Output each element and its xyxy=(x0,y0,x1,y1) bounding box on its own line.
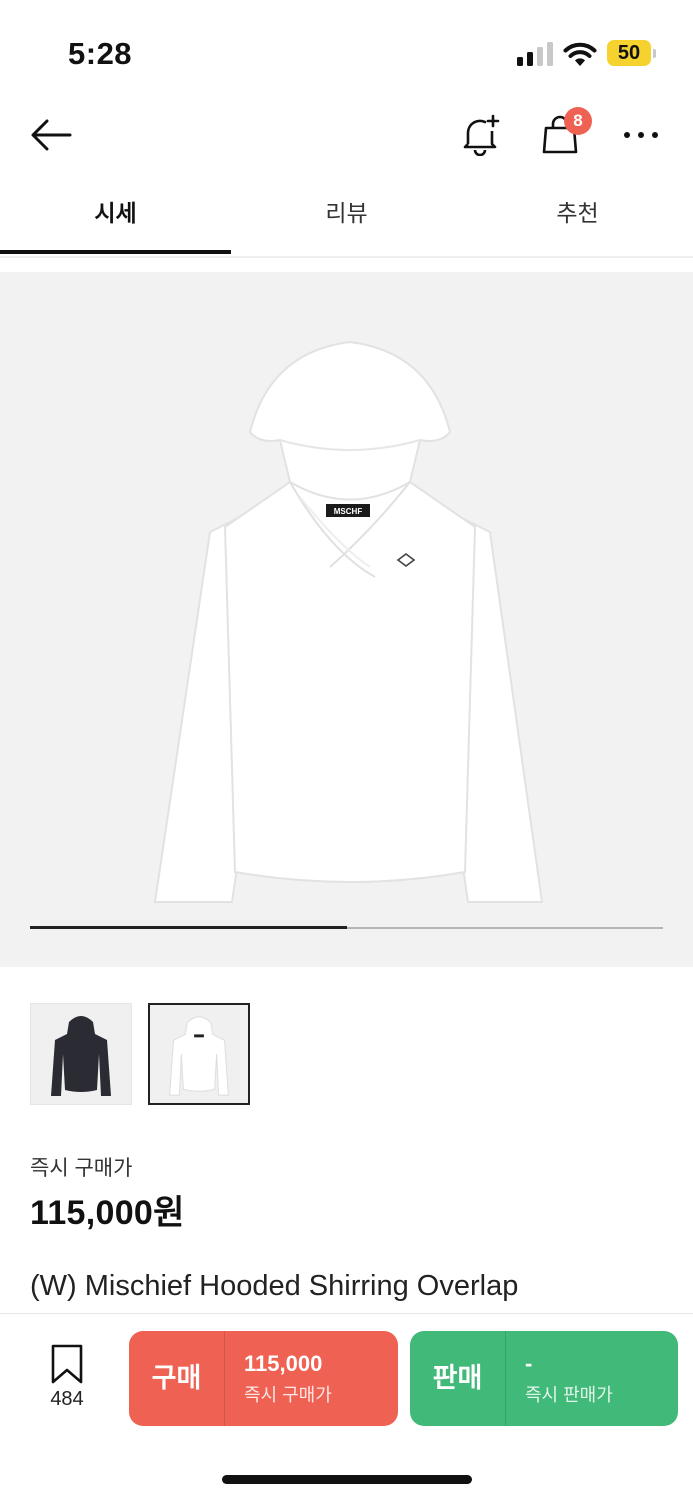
buy-price: 115,000 xyxy=(244,1351,323,1376)
carousel-progress-track xyxy=(30,926,663,929)
svg-text:MSCHF: MSCHF xyxy=(334,507,363,516)
arrow-left-icon xyxy=(31,119,72,151)
back-button[interactable] xyxy=(26,110,76,160)
buy-divider xyxy=(224,1331,225,1426)
wishlist-button[interactable]: 484 xyxy=(38,1344,96,1414)
sell-label: 판매 xyxy=(432,1363,483,1393)
instant-buy-price-label: 즉시 구매가 xyxy=(30,1157,133,1180)
buy-button[interactable]: 구매 115,000 즉시 구매가 xyxy=(129,1331,398,1426)
tab-bar: 시세 리뷰 추천 xyxy=(0,180,693,258)
sell-button[interactable]: 판매 - 즉시 판매가 xyxy=(410,1331,678,1426)
thumbnail-black[interactable] xyxy=(30,1003,132,1105)
tab-reviews[interactable]: 리뷰 xyxy=(231,180,462,252)
sell-price-label: 즉시 판매가 xyxy=(525,1385,613,1405)
buy-price-label: 즉시 구매가 xyxy=(244,1385,332,1405)
tab-price-history[interactable]: 시세 xyxy=(0,180,231,252)
instant-buy-price: 115,000원 xyxy=(30,1194,185,1232)
bookmark-icon xyxy=(51,1344,83,1384)
notification-add-button[interactable] xyxy=(455,110,505,160)
home-indicator xyxy=(222,1475,472,1484)
status-bar: 5:28 50 xyxy=(0,0,693,100)
top-navigation xyxy=(0,100,693,170)
wifi-icon xyxy=(563,42,597,66)
product-image: MSCHF xyxy=(153,340,544,903)
status-time: 5:28 xyxy=(68,36,133,71)
battery-indicator: 50 xyxy=(607,40,657,68)
product-name: (W) Mischief Hooded Shirring Overlap xyxy=(30,1270,519,1302)
carousel-progress-fill xyxy=(30,926,347,929)
active-tab-indicator xyxy=(0,250,231,254)
thumbnail-image-white xyxy=(169,1016,229,1096)
thumbnail-image-black xyxy=(51,1016,111,1096)
cart-count-badge: 8 xyxy=(564,107,592,135)
tab-recommendations[interactable]: 추천 xyxy=(462,180,693,252)
battery-cap xyxy=(653,49,656,58)
more-horizontal-icon xyxy=(624,132,658,138)
sell-divider xyxy=(505,1331,506,1426)
battery-level: 50 xyxy=(617,42,641,64)
sell-price: - xyxy=(525,1351,533,1376)
buy-label: 구매 xyxy=(151,1363,202,1393)
bell-plus-icon xyxy=(463,114,500,156)
thumbnail-white[interactable] xyxy=(148,1003,250,1105)
bottom-action-bar: 484 구매 115,000 즉시 구매가 판매 - 즉시 판매가 xyxy=(0,1313,693,1501)
more-options-button[interactable] xyxy=(616,110,666,160)
cellular-signal-icon xyxy=(517,42,553,66)
product-image-carousel[interactable]: MSCHF xyxy=(0,272,693,967)
wishlist-count: 484 xyxy=(50,1388,84,1410)
